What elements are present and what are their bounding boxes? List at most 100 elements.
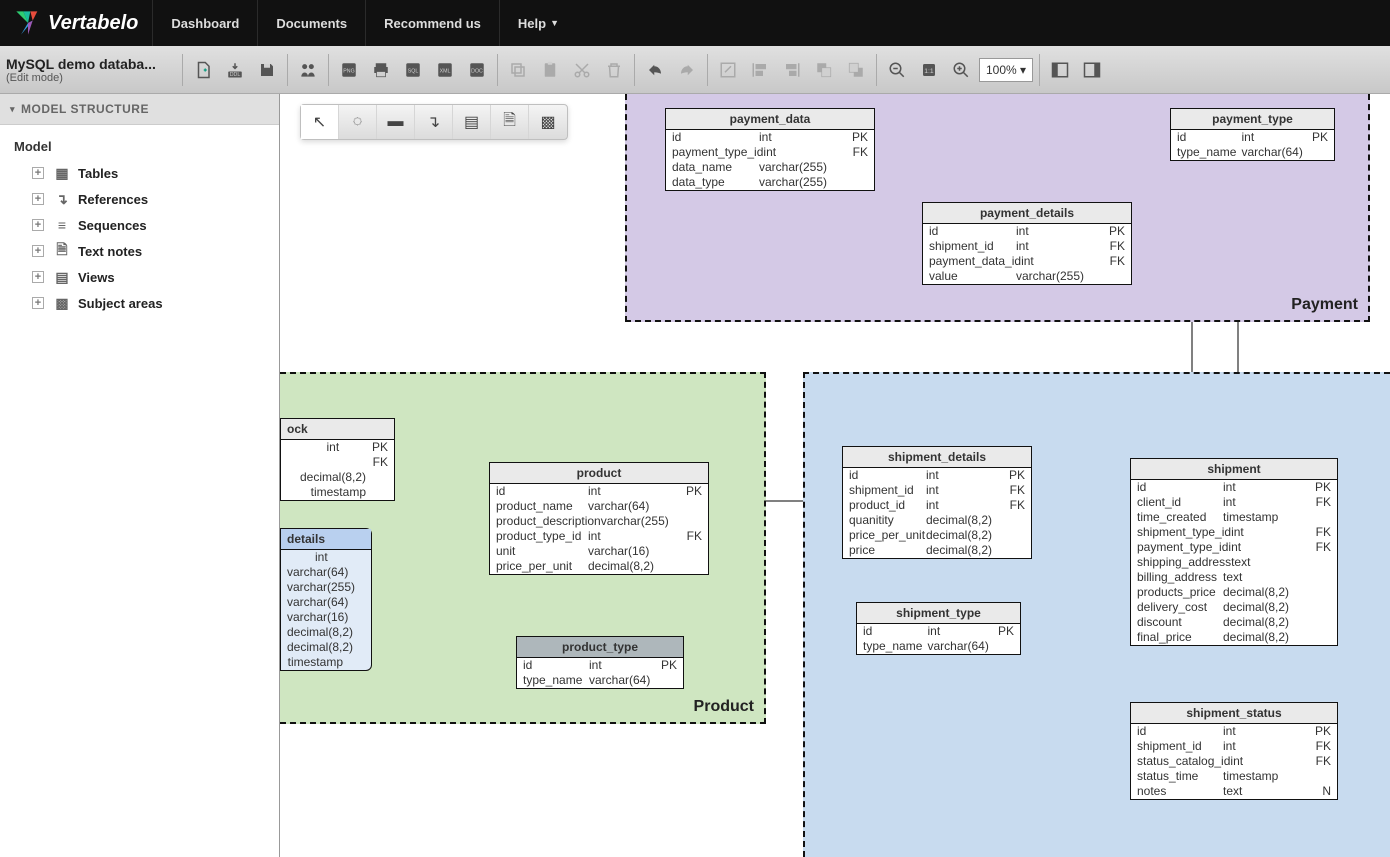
entity-column: product_namevarchar(64) <box>490 499 708 514</box>
tool-reference[interactable]: ↴ <box>415 105 453 139</box>
send-back-button[interactable] <box>842 56 870 84</box>
entity-column: varchar(64) <box>281 565 371 580</box>
zoom-select[interactable]: 100% ▾ <box>979 58 1033 82</box>
delete-button[interactable] <box>600 56 628 84</box>
separator <box>497 54 498 86</box>
entity-column: timestamp <box>281 655 371 670</box>
entity-shipment[interactable]: shipment idintPKclient_idintFKtime_creat… <box>1130 458 1338 646</box>
entity-shipment-type[interactable]: shipment_type idintPKtype_namevarchar(64… <box>856 602 1021 655</box>
entity-column: int <box>281 550 371 565</box>
entity-column: shipping_addresstext <box>1131 555 1337 570</box>
entity-column: status_timetimestamp <box>1131 769 1337 784</box>
tree-item-tables[interactable]: +▦Tables <box>4 160 275 186</box>
nav-help[interactable]: Help▼ <box>499 0 577 46</box>
entity-column: status_catalog_idintFK <box>1131 754 1337 769</box>
bring-front-button[interactable] <box>810 56 838 84</box>
edit-square-button[interactable] <box>714 56 742 84</box>
entity-column: varchar(255) <box>281 580 371 595</box>
cut-button[interactable] <box>568 56 596 84</box>
tree-item-sequences[interactable]: +≡Sequences <box>4 212 275 238</box>
entity-column: idintPK <box>1131 724 1337 739</box>
align-left-button[interactable] <box>746 56 774 84</box>
edit-square-icon <box>719 61 737 79</box>
entity-payment-details[interactable]: payment_details idintPKshipment_idintFKp… <box>922 202 1132 285</box>
entity-payment-type[interactable]: payment_type idintPKtype_namevarchar(64) <box>1170 108 1335 161</box>
tree-item-label: Tables <box>78 166 118 181</box>
view-right-panel-button[interactable] <box>1078 56 1106 84</box>
tool-area[interactable]: ▩ <box>529 105 567 139</box>
export-doc-button[interactable]: DOC <box>463 56 491 84</box>
tree-item-references[interactable]: +↴References <box>4 186 275 212</box>
entity-stock[interactable]: ock intPK FKdecimal(8,2)timestamp <box>280 418 395 501</box>
entity-column: idintPK <box>490 484 708 499</box>
nav-documents[interactable]: Documents <box>257 0 365 46</box>
entity-column: varchar(64) <box>281 595 371 610</box>
undo-button[interactable] <box>641 56 669 84</box>
entity-product-type[interactable]: product_type idintPKtype_namevarchar(64) <box>516 636 684 689</box>
tool-note[interactable]: 🗎 <box>491 105 529 139</box>
expand-icon[interactable]: + <box>32 219 44 231</box>
svg-text:DDL: DDL <box>230 72 241 78</box>
save-icon <box>258 61 276 79</box>
tool-view[interactable]: ▤ <box>453 105 491 139</box>
entity-title: shipment_details <box>843 447 1031 468</box>
entity-product[interactable]: product idintPKproduct_namevarchar(64)pr… <box>489 462 709 575</box>
new-file-button[interactable] <box>189 56 217 84</box>
align-right-button[interactable] <box>778 56 806 84</box>
entity-shipment-details[interactable]: shipment_details idintPKshipment_idintFK… <box>842 446 1032 559</box>
nav-documents-label: Documents <box>276 16 347 31</box>
diagram-canvas[interactable]: Payment Product ↖ ◌ ▬ ↴ ▤ 🗎 ▩ payment_da… <box>280 94 1390 857</box>
tool-marquee[interactable]: ◌ <box>339 105 377 139</box>
view-left-panel-button[interactable] <box>1046 56 1074 84</box>
zoom-in-icon <box>952 61 970 79</box>
svg-text:XML: XML <box>440 68 451 74</box>
redo-button[interactable] <box>673 56 701 84</box>
send-back-icon <box>847 61 865 79</box>
panel-header[interactable]: ▾ MODEL STRUCTURE <box>0 94 279 125</box>
zoom-out-button[interactable] <box>883 56 911 84</box>
tool-table[interactable]: ▬ <box>377 105 415 139</box>
expand-icon[interactable]: + <box>32 245 44 257</box>
entity-column: payment_type_idintFK <box>1131 540 1337 555</box>
expand-icon[interactable]: + <box>32 167 44 179</box>
copy-button[interactable] <box>504 56 532 84</box>
separator <box>182 54 183 86</box>
entity-title: shipment <box>1131 459 1337 480</box>
entity-title: shipment_type <box>857 603 1020 624</box>
entity-column: payment_data_idintFK <box>923 254 1131 269</box>
tree-item-subjectareas[interactable]: +▩Subject areas <box>4 290 275 316</box>
entity-payment-data[interactable]: payment_data idintPKpayment_type_idintFK… <box>665 108 875 191</box>
export-xml-button[interactable]: XML <box>431 56 459 84</box>
entity-column: discountdecimal(8,2) <box>1131 615 1337 630</box>
expand-icon[interactable]: + <box>32 297 44 309</box>
tool-select[interactable]: ↖ <box>301 105 339 139</box>
entity-details[interactable]: details intvarchar(64)varchar(255)varcha… <box>280 528 372 671</box>
zoom-in-button[interactable] <box>947 56 975 84</box>
sql-icon: SQL <box>404 61 422 79</box>
nav-recommend[interactable]: Recommend us <box>365 0 499 46</box>
logo[interactable]: Vertabelo <box>0 9 152 37</box>
entity-column: shipment_idintFK <box>843 483 1031 498</box>
export-sql-button[interactable]: SQL <box>399 56 427 84</box>
ddl-button[interactable]: DDL <box>221 56 249 84</box>
svg-text:SQL: SQL <box>408 68 419 74</box>
note-icon: 🗎 <box>54 243 70 259</box>
save-button[interactable] <box>253 56 281 84</box>
expand-icon[interactable]: + <box>32 193 44 205</box>
side-panel: ▾ MODEL STRUCTURE Model +▦Tables +↴Refer… <box>0 94 280 857</box>
print-button[interactable] <box>367 56 395 84</box>
entity-column: product_descriptionvarchar(255) <box>490 514 708 529</box>
zoom-reset-button[interactable]: 1:1 <box>915 56 943 84</box>
entity-column: final_pricedecimal(8,2) <box>1131 630 1337 645</box>
document-title-block[interactable]: MySQL demo databa... (Edit mode) <box>6 56 176 84</box>
tree-item-textnotes[interactable]: +🗎Text notes <box>4 238 275 264</box>
paste-button[interactable] <box>536 56 564 84</box>
expand-icon[interactable]: + <box>32 271 44 283</box>
tree-item-views[interactable]: +▤Views <box>4 264 275 290</box>
share-button[interactable] <box>294 56 322 84</box>
nav-dashboard[interactable]: Dashboard <box>152 0 257 46</box>
tree-root[interactable]: Model <box>4 133 275 160</box>
entity-column: products_pricedecimal(8,2) <box>1131 585 1337 600</box>
export-png-button[interactable]: PNG <box>335 56 363 84</box>
entity-shipment-status[interactable]: shipment_status idintPKshipment_idintFKs… <box>1130 702 1338 800</box>
